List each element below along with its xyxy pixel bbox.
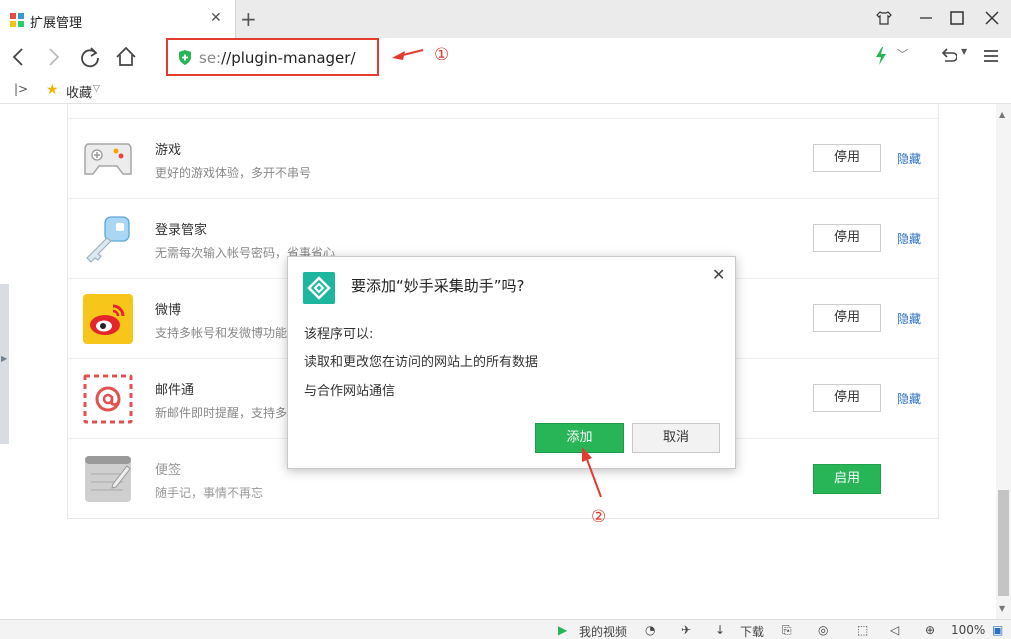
dialog-close-icon[interactable]: ✕ [712,265,725,284]
key-icon [86,216,130,263]
window-close-icon[interactable] [982,8,1002,28]
extension-desc: 随手记，事情不再忘 [155,486,264,500]
extension-name: 邮件通 [155,383,195,398]
screenshot-icon[interactable]: ⎘ [782,623,792,638]
status-bar: ▶ 我的视频 ◔ ✈ ↓ 下载 ⎘ ◎ ⬚ ◁ ⊕ 100% ▣ [0,619,1011,639]
annotation-marker-2: ② [591,507,607,527]
vertical-scrollbar[interactable]: ▲ ▼ [996,104,1011,619]
hide-link[interactable]: 隐藏 [897,310,921,327]
hide-link[interactable]: 隐藏 [897,230,921,247]
my-videos-link[interactable]: 我的视频 [579,623,627,639]
back-icon[interactable] [6,44,32,70]
undo-icon[interactable] [939,46,957,66]
extension-desc: 支持多帐号和发微博功能 [155,326,288,340]
translate-icon[interactable]: ⬚ [857,623,868,637]
home-icon[interactable] [113,44,139,70]
expand-arrow-icon: ▶ [1,354,8,363]
volume-icon[interactable]: ◁ [890,623,899,637]
address-bar[interactable]: se://plugin-manager/ [166,38,379,76]
download-link[interactable]: 下载 [740,623,764,639]
extension-row: 游戏 更好的游戏体验，多开不串号 停用 隐藏 [68,119,938,199]
sidebar-expander[interactable]: ▶ [0,284,9,444]
star-icon: ★ [46,82,59,98]
gamepad-icon [84,143,132,175]
scroll-down-icon[interactable]: ▼ [999,604,1005,613]
add-extension-dialog: 要添加“妙手采集助手”吗? ✕ 该程序可以: 读取和更改您在访问的网站上的所有数… [287,256,736,469]
add-button[interactable]: 添加 [535,423,624,453]
undo-dropdown-icon[interactable]: ▼ [961,47,967,56]
game-icon[interactable]: ◎ [818,623,828,637]
disable-button[interactable]: 停用 [813,224,881,252]
maximize-icon[interactable] [947,8,967,28]
tab-strip: 扩展管理 ✕ + [0,0,1011,38]
address-scheme: se: [199,49,222,67]
permissions-heading: 该程序可以: [304,327,374,342]
disable-button[interactable]: 停用 [813,144,881,172]
skin-icon[interactable] [874,8,894,28]
app-icon[interactable]: ▣ [992,623,1003,637]
refresh-icon[interactable] [77,44,103,70]
extension-logo-icon [303,272,335,304]
extension-name: 登录管家 [155,223,208,238]
dialog-title: 要添加“妙手采集助手”吗? [351,277,525,295]
weibo-icon [83,294,133,344]
extension-desc: 新邮件即时提醒，支持多 [155,406,288,420]
tab-title: 扩展管理 [30,16,83,31]
speed-icon[interactable]: ◔ [645,623,655,637]
extension-desc: 更好的游戏体验，多开不串号 [155,166,312,180]
extension-name: 便签 [155,463,182,478]
minimize-icon[interactable] [916,8,936,28]
chevron-down-icon[interactable]: ▽ [93,84,100,94]
pin-icon[interactable]: ✈ [681,623,691,637]
hide-link[interactable]: 隐藏 [897,150,921,167]
address-text[interactable]: se://plugin-manager/ [199,49,356,67]
disable-button[interactable]: 停用 [813,384,881,412]
mail-icon [83,374,133,424]
scroll-up-icon[interactable]: ▲ [999,110,1005,119]
new-tab-icon[interactable]: + [240,9,257,29]
address-path: //plugin-manager/ [221,49,356,67]
enable-button[interactable]: 启用 [813,464,881,494]
disable-button[interactable]: 停用 [813,304,881,332]
chevron-down-icon[interactable]: ﹀ [897,46,908,62]
download-icon[interactable]: ↓ [715,623,725,637]
tab-extension-manager[interactable]: 扩展管理 ✕ [0,0,236,38]
extension-name: 微博 [155,303,182,318]
speed-mode-icon[interactable] [874,46,888,66]
zoom-level[interactable]: 100% [951,623,985,637]
extension-name: 游戏 [155,143,182,158]
secure-shield-icon [179,50,191,65]
scroll-thumb[interactable] [998,490,1009,596]
hide-link[interactable]: 隐藏 [897,390,921,407]
video-icon: ▶ [558,623,568,637]
toolbar: ﹀ ▼ [0,38,1011,76]
extensions-icon [10,13,24,27]
favorites-label[interactable]: 收藏 [66,82,92,101]
zoom-icon[interactable]: ⊕ [925,623,935,637]
permission-item: 与合作网站通信 [304,384,396,399]
cancel-button[interactable]: 取消 [632,423,720,453]
tab-close-icon[interactable]: ✕ [210,10,222,26]
bookmarks-bar: |> ★ 收藏 ▽ [0,76,1011,104]
notepad-icon [85,456,131,502]
annotation-marker-1: ① [434,45,450,65]
menu-icon[interactable] [982,46,1000,66]
sidebar-toggle-icon[interactable]: |> [14,82,28,96]
permission-item: 读取和更改您在访问的网站上的所有数据 [304,355,539,370]
forward-icon[interactable] [40,44,66,70]
